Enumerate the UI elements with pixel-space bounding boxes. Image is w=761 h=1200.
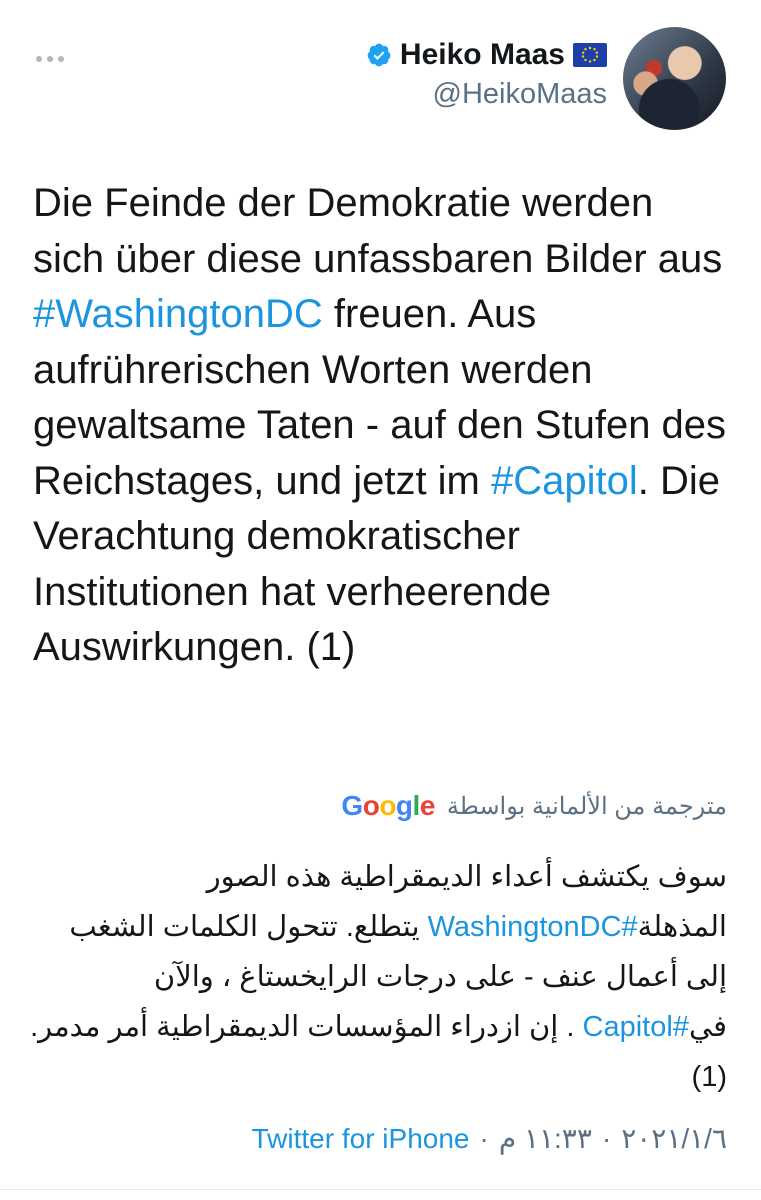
author-handle[interactable]: @HeikoMaas <box>433 78 608 111</box>
meta-separator: · <box>479 1123 489 1154</box>
dot <box>47 56 53 62</box>
verified-badge-icon <box>367 43 391 67</box>
meta-separator: · <box>601 1123 612 1154</box>
divider <box>0 1189 761 1190</box>
translation-attribution: Google مترجمة من الألمانية بواسطة <box>341 790 727 822</box>
tweet-text-part: Die Feinde der Demokratie werden sich üb… <box>33 181 723 281</box>
hashtag-link[interactable]: #WashingtonDC <box>33 292 323 336</box>
google-logo: Google <box>341 790 435 821</box>
author-name-row[interactable]: Heiko Maas <box>366 38 607 72</box>
tweet-meta: ٢٠٢١/١/٦ · ١١:٣٣ م · Twitter for iPhone <box>252 1122 727 1155</box>
dot <box>36 56 42 62</box>
author-name: Heiko Maas <box>399 38 565 71</box>
translated-from-label: مترجمة من الألمانية بواسطة <box>446 792 727 820</box>
hashtag-link[interactable]: #Capitol <box>583 1011 689 1043</box>
more-options-icon[interactable] <box>36 52 70 66</box>
avatar[interactable] <box>623 27 726 130</box>
translated-text: سوف يكتشف أعداء الديمقراطية هذه الصور ال… <box>27 852 727 1102</box>
tweet-time[interactable]: ١١:٣٣ م <box>499 1122 592 1155</box>
hashtag-link[interactable]: #WashingtonDC <box>428 911 638 943</box>
eu-flag-icon <box>573 43 607 67</box>
dot <box>58 56 64 62</box>
tweet-date: ٢٠٢١/١/٦ <box>621 1123 727 1154</box>
tweet-source-link[interactable]: Twitter for iPhone <box>252 1123 470 1155</box>
tweet-text: Die Feinde der Demokratie werden sich üb… <box>33 176 733 676</box>
hashtag-link[interactable]: #Capitol <box>491 459 638 503</box>
